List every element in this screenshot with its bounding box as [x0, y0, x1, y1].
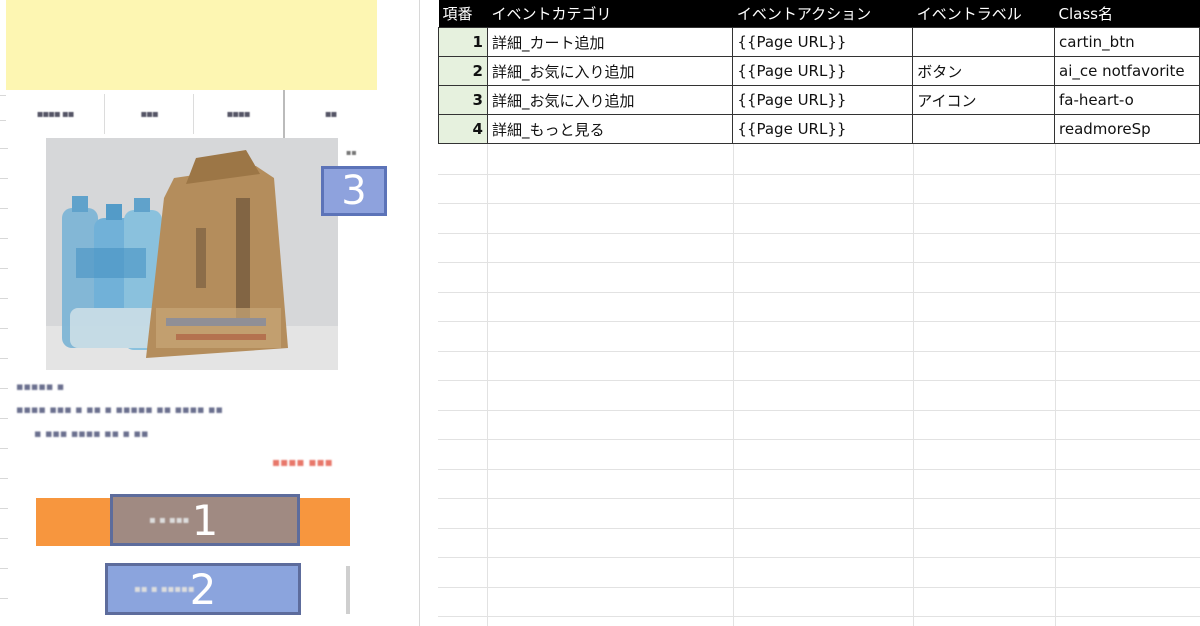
product-tabs: ▪▪▪▪ ▪▪ ▪▪▪ ▪▪▪▪ ▪▪ — [6, 90, 377, 138]
cell-label[interactable] — [912, 27, 1056, 57]
cell-number[interactable]: 4 — [438, 114, 488, 144]
cell-label[interactable]: ボタン — [912, 56, 1056, 86]
tab-2[interactable]: ▪▪▪ — [105, 90, 193, 138]
marker-1-number: 1 — [191, 495, 219, 545]
cell-category[interactable]: 詳細_カート追加 — [486, 27, 734, 57]
cell-label[interactable] — [912, 114, 1056, 144]
cell-class[interactable]: fa-heart-o — [1054, 85, 1200, 115]
cell-class[interactable]: ai_ce notfavorite — [1054, 56, 1200, 86]
tab-divider-handle — [283, 90, 285, 142]
top-banner — [6, 0, 377, 90]
table-row: 4 詳細_もっと見る {{Page URL}} readmoreSp — [438, 114, 1200, 144]
cell-action[interactable]: {{Page URL}} — [732, 56, 914, 86]
scrollbar[interactable] — [346, 566, 350, 614]
tab-3[interactable]: ▪▪▪▪ — [194, 90, 282, 138]
product-description-line-1: ▪▪▪▪ ▪▪▪ ▪ ▪▪ ▪ ▪▪▪▪▪ ▪▪ ▪▪▪▪ ▪▪ — [16, 403, 223, 416]
product-description-line-2: ▪ ▪▪▪ ▪▪▪▪ ▪▪ ▪ ▪▪ — [34, 427, 149, 440]
header-event-category[interactable]: イベントカテゴリ — [487, 0, 733, 28]
marker-3-caption: ▪▪ — [346, 148, 357, 157]
cell-number[interactable]: 2 — [438, 56, 488, 86]
table-row: 3 詳細_お気に入り追加 {{Page URL}} アイコン fa-heart-… — [438, 85, 1200, 115]
table-row: 2 詳細_お気に入り追加 {{Page URL}} ボタン ai_ce notf… — [438, 56, 1200, 86]
cell-number[interactable]: 3 — [438, 85, 488, 115]
cell-class[interactable]: readmoreSp — [1054, 114, 1200, 144]
cart-button-label: ▪ ▪ ▪▪▪ — [149, 515, 190, 526]
product-page-mockup: ▪▪▪▪ ▪▪ ▪▪▪ ▪▪▪▪ ▪▪ ▪▪ 3 ▪▪▪▪▪ ▪ ▪▪▪▪ ▪▪… — [0, 0, 420, 626]
cell-category[interactable]: 詳細_お気に入り追加 — [486, 56, 734, 86]
cell-action[interactable]: {{Page URL}} — [732, 85, 914, 115]
cell-category[interactable]: 詳細_もっと見る — [486, 114, 734, 144]
favorite-icon-marker-3[interactable]: 3 — [321, 166, 387, 216]
event-tracking-sheet: 項番 イベントカテゴリ イベントアクション イベントラベル Class名 1 詳… — [438, 0, 1200, 626]
header-event-label[interactable]: イベントラベル — [912, 0, 1055, 28]
product-image — [46, 138, 338, 370]
cell-category[interactable]: 詳細_お気に入り追加 — [486, 85, 734, 115]
header-class-name[interactable]: Class名 — [1054, 0, 1200, 28]
cell-action[interactable]: {{Page URL}} — [732, 114, 914, 144]
header-event-action[interactable]: イベントアクション — [732, 0, 913, 28]
cell-label[interactable]: アイコン — [912, 85, 1056, 115]
product-price: ▪▪▪▪ ▪▪▪ — [272, 455, 333, 469]
tab-1[interactable]: ▪▪▪▪ ▪▪ — [6, 90, 104, 138]
product-title: ▪▪▪▪▪ ▪ — [16, 380, 65, 393]
favorite-button-label: ▪▪ ▪ ▪▪▪▪▪ — [134, 584, 195, 595]
cart-button-marker-1[interactable]: ▪ ▪ ▪▪▪ 1 — [110, 494, 300, 546]
cell-action[interactable]: {{Page URL}} — [732, 27, 914, 57]
favorite-button-marker-2[interactable]: ▪▪ ▪ ▪▪▪▪▪ 2 — [105, 563, 301, 615]
tab-4[interactable]: ▪▪ — [284, 90, 377, 138]
cell-number[interactable]: 1 — [438, 27, 488, 57]
table-header-row: 項番 イベントカテゴリ イベントアクション イベントラベル Class名 — [438, 0, 1200, 28]
event-table: 項番 イベントカテゴリ イベントアクション イベントラベル Class名 1 詳… — [438, 0, 1200, 144]
table-row: 1 詳細_カート追加 {{Page URL}} cartin_btn — [438, 27, 1200, 57]
header-number[interactable]: 項番 — [438, 0, 488, 28]
cell-class[interactable]: cartin_btn — [1054, 27, 1200, 57]
rice-and-water-photo — [46, 138, 338, 370]
